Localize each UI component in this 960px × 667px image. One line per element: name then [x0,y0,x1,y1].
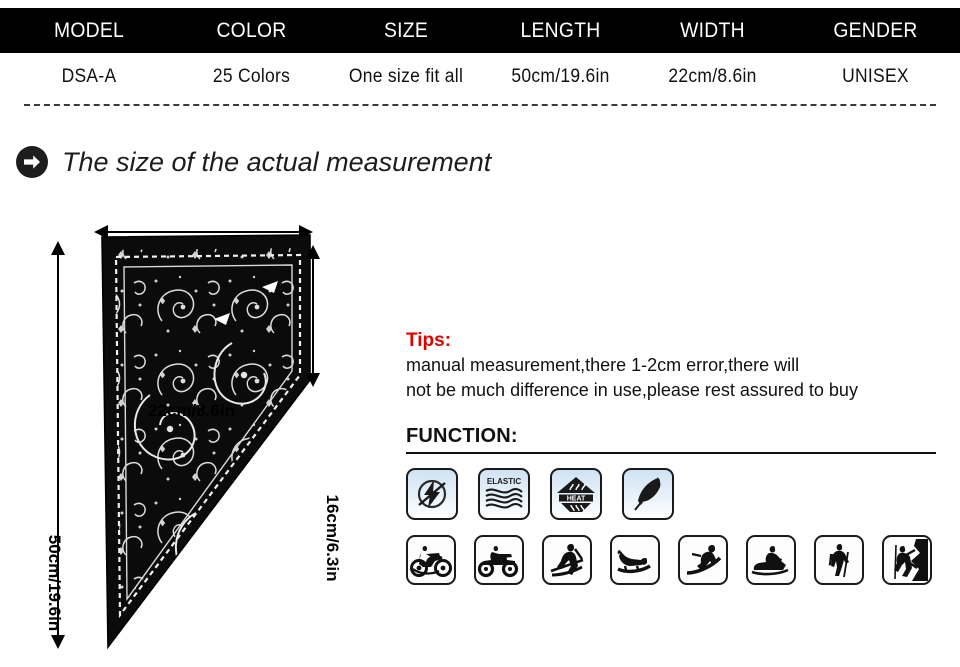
snowmobile-icon [746,535,796,585]
side-dimension-label: 16cm/6.3in [323,494,342,582]
product-size-diagram: 22cm/8.6in 50cm/19.6in 16cm/6.3in [0,195,390,655]
spec-header-color: COLOR [216,18,287,42]
section-heading: The size of the actual measurement [16,146,491,178]
spec-value-model: DSA-A [61,66,117,87]
rock-climbing-icon [882,535,932,585]
function-divider [406,452,936,454]
tips-title: Tips: [406,330,452,351]
spec-table-values-row: DSA-A 25 Colors One size fit all 50cm/19… [0,62,960,92]
height-dimension-label: 50cm/19.6in [45,534,64,632]
function-title: FUNCTION: [406,425,518,447]
svg-text:HEAT: HEAT [567,495,586,502]
snowboarding-icon [678,535,728,585]
svg-text:ELASTIC: ELASTIC [487,477,521,486]
tips-line-1: manual measurement,there 1-2cm error,the… [406,355,800,375]
elastic-icon: ELASTIC [478,468,530,520]
atv-quad-bike-icon [474,535,524,585]
spec-value-width: 22cm/8.6in [668,66,757,87]
spec-header-length: LENGTH [520,18,601,42]
width-dimension-label: 22cm/8.6in [148,401,235,420]
spec-value-length: 50cm/19.6in [511,66,610,87]
skiing-icon [542,535,592,585]
spec-header-size: SIZE [383,18,429,42]
heat-retention-icon: HEAT [550,468,602,520]
activity-icon-row [406,535,936,585]
motorcycle-icon [406,535,456,585]
function-block: FUNCTION: ELASTIC HEAT [406,425,936,585]
spec-header-width: WIDTH [680,18,745,42]
spec-value-gender: UNISEX [842,66,909,87]
spec-header-gender: GENDER [833,18,918,42]
feature-icon-row: ELASTIC HEAT [406,468,936,520]
bandana-shape [101,234,311,650]
sledding-luge-icon [610,535,660,585]
section-heading-label: The size of the actual measurement [62,146,492,177]
spec-table-header-bar: MODEL COLOR SIZE LENGTH WIDTH GENDER [0,8,960,53]
dashed-divider [24,104,936,106]
tips-block: Tips: manual measurement,there 1-2cm err… [406,328,926,403]
lightweight-feather-icon [622,468,674,520]
arrow-right-circle-icon [16,146,48,178]
spec-header-model: MODEL [53,18,125,42]
anti-static-icon [406,468,458,520]
tips-line-2: not be much difference in use,please res… [406,380,858,400]
spec-value-size: One size fit all [348,66,464,87]
spec-value-color: 25 Colors [212,66,291,87]
hiking-icon [814,535,864,585]
